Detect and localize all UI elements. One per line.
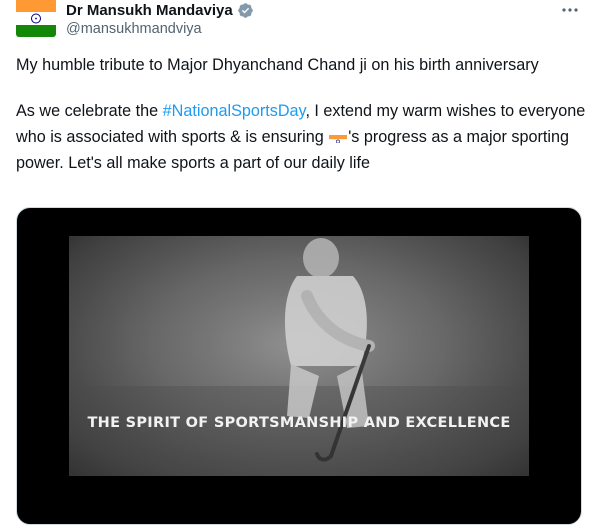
author-handle[interactable]: @mansukhmandviya: [66, 21, 254, 37]
hashtag-link[interactable]: #NationalSportsDay: [163, 102, 306, 120]
video-media[interactable]: THE SPIRIT OF SPORTSMANSHIP AND EXCELLEN…: [16, 207, 582, 525]
tweet-card: Dr Mansukh Mandaviya @mansukhmandviya My…: [0, 0, 600, 530]
author-display-name[interactable]: Dr Mansukh Mandaviya: [66, 2, 233, 19]
more-options-icon[interactable]: [560, 2, 580, 18]
tweet-paragraph-2: As we celebrate the #NationalSportsDay, …: [16, 98, 586, 176]
video-still-image: [69, 236, 529, 476]
video-frame[interactable]: THE SPIRIT OF SPORTSMANSHIP AND EXCELLEN…: [69, 236, 529, 476]
tweet-text: My humble tribute to Major Dhyanchand Ch…: [16, 52, 586, 176]
verified-badge-icon: [237, 2, 253, 18]
india-flag-emoji-icon: [329, 130, 348, 143]
tweet-paragraph-1: My humble tribute to Major Dhyanchand Ch…: [16, 56, 539, 74]
india-flag-avatar-icon: [16, 0, 56, 37]
author-avatar[interactable]: [16, 0, 56, 37]
author-info: Dr Mansukh Mandaviya @mansukhmandviya: [66, 0, 254, 37]
tweet-text-segment: As we celebrate the: [16, 102, 163, 120]
video-caption: THE SPIRIT OF SPORTSMANSHIP AND EXCELLEN…: [87, 415, 511, 431]
